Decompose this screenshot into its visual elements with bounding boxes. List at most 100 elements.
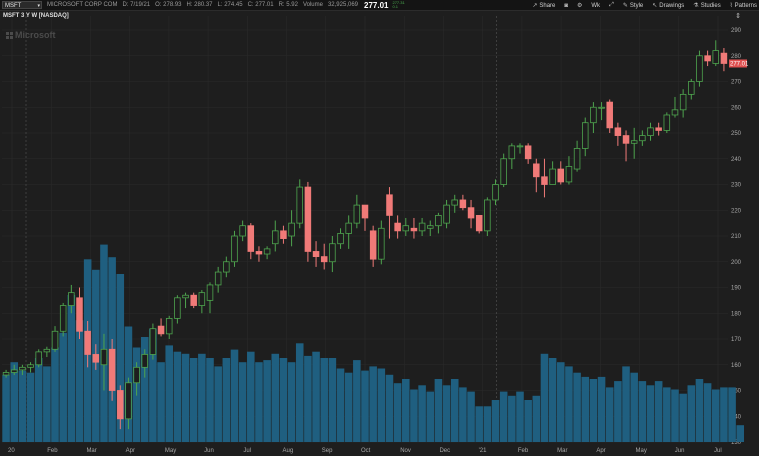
volume-bar — [695, 379, 704, 442]
volume-bar — [475, 406, 483, 442]
style-button[interactable]: ✎ Style — [623, 2, 643, 10]
candle-body — [51, 330, 59, 350]
candle-body — [386, 194, 393, 216]
last-price: 277.01 — [364, 0, 389, 10]
candle-body — [467, 207, 475, 219]
company-name: MICROSOFT CORP COM — [47, 2, 118, 8]
volume-bar — [467, 391, 475, 442]
period-button[interactable]: Wk — [591, 3, 600, 9]
price-tick-label: 230 — [731, 183, 742, 189]
candle-body — [647, 127, 654, 136]
candle-body — [214, 271, 222, 286]
candle-body — [280, 230, 287, 239]
low-value: L: 274.45 — [217, 2, 243, 8]
candle-body — [2, 372, 10, 376]
candle-body — [255, 251, 263, 255]
axis-scale-icon[interactable]: ⇕ — [733, 12, 743, 22]
camera-icon: ◙ — [564, 2, 568, 9]
price-tick-label: 210 — [731, 234, 742, 240]
patterns-button[interactable]: ⌇ Patterns — [729, 2, 757, 10]
volume-bar — [247, 351, 255, 442]
price-tick-label: 200 — [731, 260, 742, 266]
volume-bar — [230, 349, 239, 442]
volume-bar — [638, 381, 647, 442]
volume-bar — [711, 389, 720, 442]
candle-body — [304, 186, 312, 252]
volume-bar — [304, 355, 312, 442]
candle-body — [288, 222, 295, 237]
volume-bar — [198, 353, 206, 442]
candle-body — [133, 366, 140, 384]
candle-body — [296, 186, 303, 224]
gear-icon: ⚙ — [577, 3, 583, 9]
price-tick-label: 170 — [731, 337, 742, 343]
candle-body — [663, 114, 671, 131]
volume-bar — [597, 376, 606, 442]
volume-bar — [377, 368, 386, 442]
pattern-icon: ⌇ — [729, 3, 733, 9]
volume-bar — [287, 362, 296, 442]
candle-body — [337, 233, 344, 245]
candle-body — [165, 317, 173, 335]
volume-bar — [630, 372, 638, 442]
volume-bar — [524, 400, 532, 442]
date-tick-label: Jun — [675, 448, 685, 454]
volume-bar — [263, 360, 271, 442]
volume-value: 32,925,069 — [327, 2, 358, 8]
price-chart[interactable]: 1301401501601701801902002102202302402502… — [0, 12, 759, 456]
volume-bar — [336, 368, 345, 442]
candle-body — [557, 168, 565, 183]
candle-body — [320, 256, 328, 263]
volume-bar — [605, 387, 614, 442]
symbol-text: MSFT — [5, 3, 22, 9]
studies-button[interactable]: ⚗ Studies — [693, 2, 720, 10]
snapshot-button[interactable]: ◙ — [564, 3, 568, 9]
date-value: D: 7/19/21 — [122, 2, 151, 8]
volume-bar — [646, 385, 655, 442]
volume-bar — [614, 381, 622, 442]
date-tick-label: Apr — [126, 448, 135, 454]
candle-body — [76, 297, 83, 332]
volume-bar — [450, 379, 459, 442]
volume-bar — [320, 358, 328, 442]
candle-body — [704, 55, 711, 62]
price-change: 277.31 0.1 — [392, 1, 404, 9]
volume-bar — [426, 391, 435, 442]
share-button[interactable]: ↗ Share — [532, 2, 555, 10]
chevron-down-icon[interactable]: ▾ — [37, 2, 40, 10]
candle-body — [614, 127, 622, 136]
candle-body — [35, 351, 42, 366]
fullscreen-icon: ⤢ — [609, 2, 614, 8]
candle-body — [541, 176, 548, 185]
volume-bar — [385, 374, 394, 442]
candle-body — [622, 135, 630, 144]
volume-bar — [238, 362, 247, 442]
date-tick-label: Feb — [518, 448, 529, 454]
volume-bar — [434, 379, 443, 442]
volume-bar — [26, 372, 35, 442]
symbol-input[interactable]: MSFT ▾ — [2, 1, 42, 9]
candle-body — [361, 204, 369, 219]
candle-body — [639, 135, 646, 142]
candle-body — [43, 348, 51, 353]
candle-body — [125, 382, 132, 420]
candle-body — [533, 163, 540, 178]
candle-body — [484, 199, 491, 232]
price-tick-label: 180 — [731, 311, 742, 317]
candle-body — [68, 292, 75, 306]
price-tick-label: 280 — [731, 54, 742, 60]
candle-body — [182, 294, 189, 299]
volume-label: Volume — [302, 2, 323, 8]
candle-body — [141, 354, 149, 368]
volume-bar — [540, 353, 549, 442]
settings-button[interactable]: ⚙ — [577, 2, 582, 9]
volume-bar — [43, 366, 51, 442]
date-tick-label: Jun — [204, 448, 214, 454]
candle-body — [272, 230, 279, 245]
volume-bar — [165, 345, 174, 442]
close-value: C: 277.01 — [247, 2, 274, 8]
candle-body — [100, 348, 108, 366]
drawings-button[interactable]: ↖ Drawings — [652, 2, 684, 10]
fullscreen-button[interactable]: ⤢ — [609, 2, 614, 9]
date-tick-label: Mar — [86, 448, 96, 454]
